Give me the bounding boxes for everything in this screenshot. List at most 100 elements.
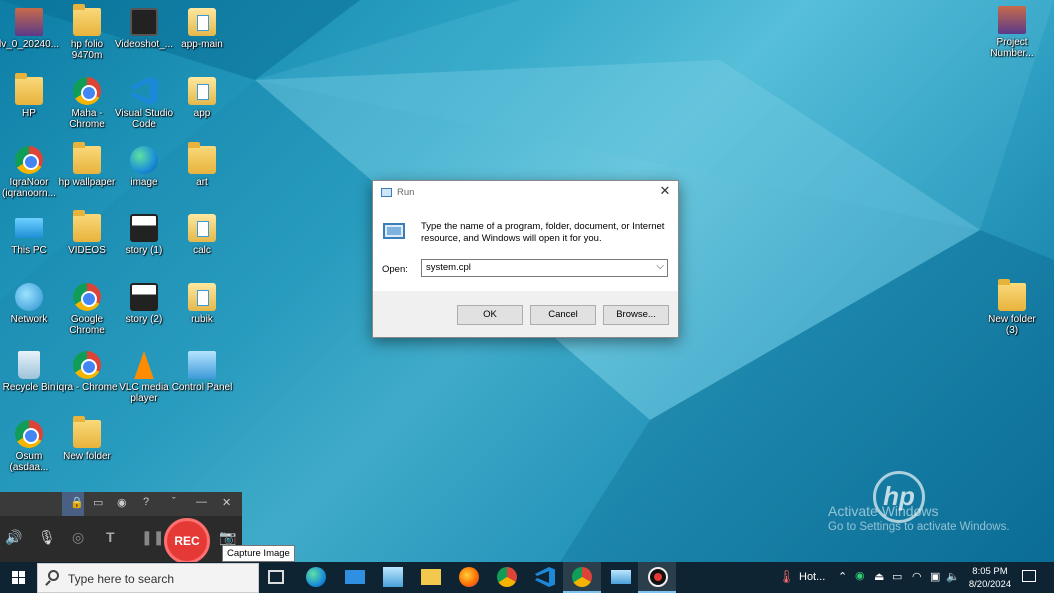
desktop-icon[interactable]: Videoshot_...	[113, 8, 175, 50]
desktop-icon[interactable]: Google Chrome	[56, 283, 118, 336]
desktop-icon[interactable]: IqraNoor (iqranoorn...	[0, 146, 60, 199]
pause-icon[interactable]: ❚❚	[141, 529, 164, 546]
desktop-icon-label: rubik	[191, 314, 213, 325]
battery-icon[interactable]: ▭	[892, 570, 902, 583]
desktop-icon[interactable]: VIDEOS	[56, 210, 118, 256]
desktop-icon[interactable]: art	[171, 142, 233, 188]
microphone-icon[interactable]: 🎙	[38, 529, 56, 546]
folder-icon[interactable]: ▭	[93, 496, 103, 509]
task-view-icon[interactable]	[268, 570, 284, 584]
desktop-icon[interactable]: rubik	[171, 283, 233, 325]
desktop-icon-label: Network	[10, 314, 48, 325]
desktop-icon-label: Control Panel	[171, 382, 233, 393]
run-titlebar[interactable]: Run ✕	[373, 181, 678, 203]
desktop-icon[interactable]: lv_0_20240...	[0, 8, 60, 50]
desktop-icon[interactable]: VLC media player	[113, 351, 175, 404]
help-icon[interactable]: ?	[143, 496, 149, 508]
chevron-down-icon[interactable]: ˇ	[172, 496, 176, 508]
run-dialog: Run ✕ Type the name of a program, folder…	[372, 180, 679, 338]
desktop-icon[interactable]: app-main	[171, 8, 233, 50]
ok-button[interactable]: OK	[457, 305, 523, 325]
clock[interactable]: 8:05 PM 8/20/2024	[962, 565, 1018, 591]
desktop-icon[interactable]: story (1)	[113, 214, 175, 256]
chevron-down-icon[interactable]: ⌵	[656, 261, 664, 272]
desktop-icon[interactable]: app	[171, 77, 233, 119]
cancel-button[interactable]: Cancel	[530, 305, 596, 325]
file-explorer-icon[interactable]	[421, 569, 441, 585]
display-icon[interactable]: ▣	[930, 570, 940, 583]
folder-icon	[15, 73, 43, 105]
recorder-icon[interactable]	[648, 567, 668, 587]
desktop-icon[interactable]: Project Number...	[981, 6, 1043, 59]
camera-icon[interactable]: 📷	[219, 529, 236, 546]
recycle-bin-icon	[18, 351, 40, 379]
wifi-icon[interactable]: ◠	[912, 570, 922, 583]
start-button[interactable]	[0, 562, 36, 593]
vlc-icon	[134, 351, 154, 379]
desktop-icon-label: Videoshot_...	[114, 39, 174, 50]
settings-icon[interactable]: ◉	[117, 496, 127, 509]
desktop-icon[interactable]: HP	[0, 73, 60, 119]
search-placeholder[interactable]: Type here to search	[68, 572, 174, 586]
firefox-icon[interactable]	[459, 567, 479, 587]
run-window-icon[interactable]	[611, 570, 631, 584]
desktop-icon[interactable]: Recycle Bin	[0, 351, 60, 393]
close-icon[interactable]: ✕	[658, 184, 672, 198]
desktop-icon-label: New folder	[63, 451, 111, 462]
chrome-profile-icon[interactable]	[572, 567, 592, 587]
open-combobox[interactable]: system.cpl ⌵	[421, 259, 668, 277]
chrome-icon	[15, 146, 43, 174]
browse-button[interactable]: Browse...	[603, 305, 669, 325]
desktop-icon[interactable]: New folder	[56, 416, 118, 462]
desktop-icon-label: hp wallpaper	[58, 177, 116, 188]
this-pc-icon	[15, 218, 43, 238]
desktop-icon[interactable]: New folder (3)	[981, 279, 1043, 336]
screen-recorder-toolbar: 🔒 ▭ ◉ ? ˇ — ✕ 🔊 🎙 ◎ T ❚❚ 📷 REC	[0, 492, 242, 564]
thermometer-icon[interactable]: 🌡	[778, 569, 795, 585]
desktop-icon[interactable]: This PC	[0, 214, 60, 256]
vscode-icon[interactable]	[535, 567, 555, 587]
open-combobox-value[interactable]: system.cpl	[426, 262, 471, 273]
desktop-icon[interactable]: Visual Studio Code	[113, 77, 175, 130]
folder-icon	[188, 142, 216, 174]
edge-icon[interactable]	[306, 567, 326, 587]
desktop-icon[interactable]: story (2)	[113, 283, 175, 325]
taskbar-search[interactable]: Type here to search	[37, 563, 259, 593]
text-tool-icon[interactable]: T	[106, 529, 115, 545]
volume-icon[interactable]: 🔈	[946, 570, 960, 583]
desktop-icon-label: app-main	[181, 39, 223, 50]
desktop-icon-label: This PC	[11, 245, 47, 256]
minimize-icon[interactable]: —	[196, 496, 207, 508]
activate-windows-watermark: Activate Windows Go to Settings to activ…	[828, 503, 1010, 533]
chrome-icon[interactable]	[497, 567, 517, 587]
desktop-icon[interactable]: Control Panel	[171, 351, 233, 393]
chevron-up-icon[interactable]: ⌃	[838, 570, 847, 583]
folder-icon	[998, 279, 1026, 311]
desktop-icon[interactable]: Osum (asdaa...	[0, 420, 60, 473]
weather-text[interactable]: Hot...	[799, 571, 825, 583]
mail-icon[interactable]	[345, 570, 365, 584]
desktop-icon-label: New folder (3)	[988, 314, 1036, 336]
video-icon	[130, 8, 158, 36]
notepad-icon[interactable]	[383, 567, 403, 587]
desktop-icon-label: app	[193, 108, 211, 119]
photo-icon	[998, 6, 1026, 34]
security-icon[interactable]: ◉	[855, 569, 865, 582]
desktop-icon[interactable]: hp folio 9470m	[56, 4, 118, 61]
chrome-icon	[73, 283, 101, 311]
usb-icon[interactable]: ⏏	[874, 570, 884, 583]
speaker-icon[interactable]: 🔊	[5, 529, 22, 546]
desktop-icon[interactable]: image	[113, 146, 175, 188]
folder-icon	[73, 210, 101, 242]
desktop-icon[interactable]: Maha - Chrome	[56, 77, 118, 130]
desktop-icon[interactable]: iqra - Chrome	[56, 351, 118, 393]
desktop-icon[interactable]: hp wallpaper	[56, 142, 118, 188]
desktop-icon[interactable]: Network	[0, 283, 60, 325]
close-icon[interactable]: ✕	[222, 496, 231, 509]
desktop-icon[interactable]: calc	[171, 214, 233, 256]
notification-icon[interactable]	[1022, 570, 1036, 582]
activate-subtitle: Go to Settings to activate Windows.	[828, 521, 1010, 533]
rec-button[interactable]: REC	[164, 518, 210, 564]
lock-glyph-icon: 🔒	[70, 497, 84, 509]
webcam-icon[interactable]: ◎	[72, 529, 84, 546]
